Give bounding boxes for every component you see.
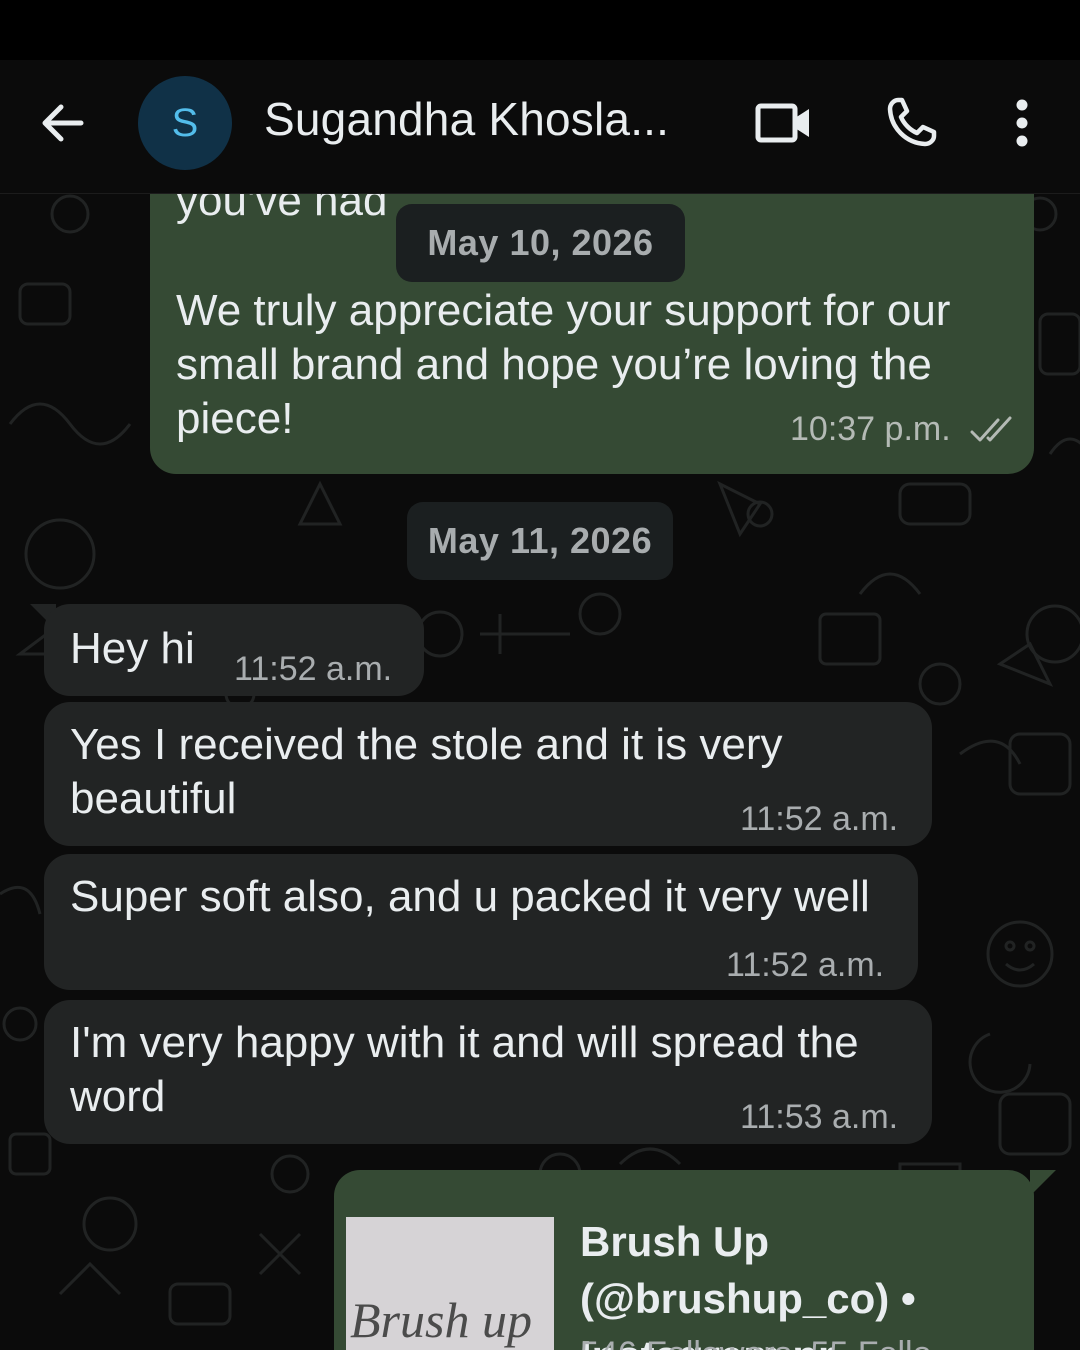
voice-call-button[interactable]	[874, 86, 948, 160]
message-text: Hey hi	[70, 624, 195, 673]
message-time: 11:53 a.m.	[740, 1098, 899, 1136]
video-call-button[interactable]	[746, 88, 822, 158]
more-vertical-icon	[1016, 99, 1028, 147]
message-time: 11:52 a.m.	[234, 650, 393, 688]
avatar-initial: S	[171, 100, 199, 145]
bubble-tail	[1030, 1170, 1056, 1196]
message-text: Yes I received the stole and it is very …	[70, 720, 783, 823]
contact-name[interactable]: Sugandha Khosla...	[264, 92, 669, 146]
avatar[interactable]: S	[138, 76, 232, 170]
message-time: 10:37 p.m.	[790, 410, 951, 448]
date-chip: May 11, 2026	[407, 502, 673, 580]
status-bar	[0, 0, 1080, 60]
link-preview-card[interactable]: Brush up Brush Up (@brushup_co) • Instag…	[346, 1217, 1026, 1350]
chat-header: S Sugandha Khosla...	[0, 60, 1080, 194]
link-preview-title: Brush Up (@brushup_co) • Instagram pr...	[580, 1218, 916, 1350]
brand-logo-text: Brush up	[350, 1292, 532, 1348]
video-camera-icon	[755, 103, 809, 143]
message-bubble-incoming[interactable]: I'm very happy with it and will spread t…	[44, 1000, 932, 1144]
message-bubble-incoming[interactable]: Super soft also, and u packed it very we…	[44, 854, 918, 990]
date-chip: May 10, 2026	[396, 204, 685, 282]
phone-icon	[887, 97, 937, 147]
back-button[interactable]	[30, 90, 96, 156]
arrow-left-icon	[42, 104, 84, 142]
chat-area[interactable]: you've had We truly appreciate your supp…	[0, 194, 1080, 1350]
message-text: Super soft also, and u packed it very we…	[70, 872, 870, 921]
message-time: 11:52 a.m.	[726, 946, 885, 984]
link-preview-thumbnail: Brush up	[346, 1217, 554, 1350]
message-time: 11:52 a.m.	[740, 800, 899, 838]
message-bubble-incoming[interactable]: Yes I received the stole and it is very …	[44, 702, 932, 846]
link-preview-meta: 546 Followers, 55 Follo	[580, 1335, 932, 1350]
message-bubble-incoming[interactable]: Hey hi 11:52 a.m.	[44, 604, 424, 696]
double-check-icon	[970, 416, 1012, 442]
more-options-button[interactable]	[992, 86, 1052, 160]
